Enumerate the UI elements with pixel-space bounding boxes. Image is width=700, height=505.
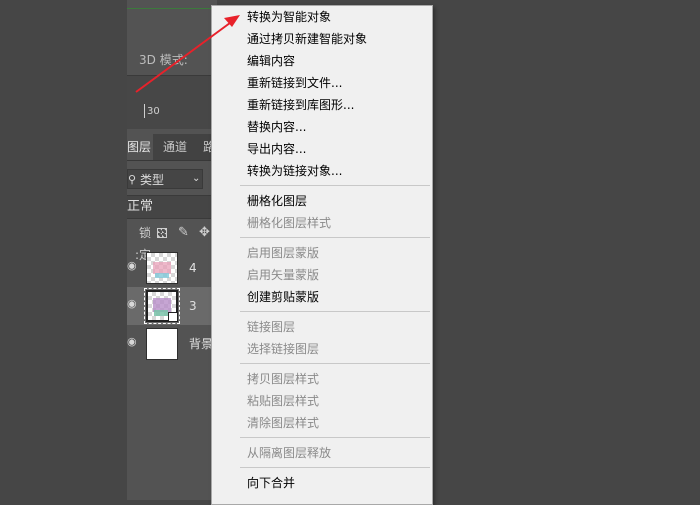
annotation-arrow-line — [135, 19, 235, 93]
annotation-arrow — [135, 15, 240, 93]
